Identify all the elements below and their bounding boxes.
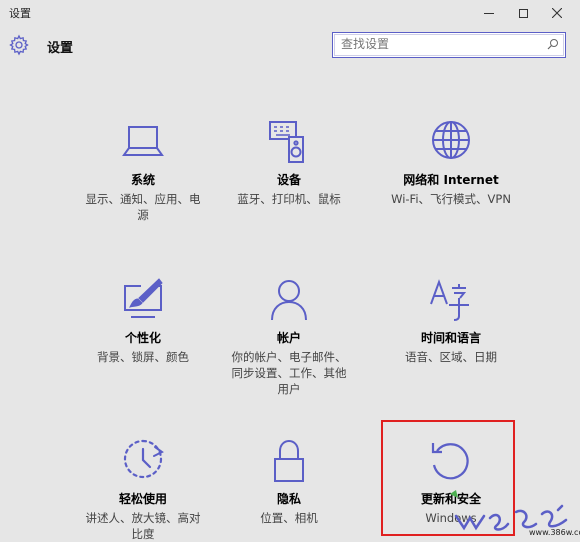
search-box[interactable] xyxy=(332,32,566,58)
search-input[interactable] xyxy=(341,35,541,53)
close-icon xyxy=(552,8,562,18)
tile-network[interactable]: 网络和 Internet Wi-Fi、飞行模式、VPN xyxy=(376,118,526,207)
tile-description: 位置、相机 xyxy=(260,511,318,525)
ease-of-access-icon xyxy=(123,439,164,479)
maximize-icon xyxy=(518,8,528,18)
tile-label: 时间和语言 xyxy=(420,331,481,345)
time-language-icon xyxy=(430,279,469,321)
page-title: 设置 xyxy=(47,41,74,56)
tile-label: 系统 xyxy=(130,173,155,187)
tile-label: 网络和 Internet xyxy=(403,173,499,187)
tile-description: 讲述人、放大镜、高对比度 xyxy=(85,511,201,541)
search-icon[interactable] xyxy=(547,38,559,50)
tile-description: Wi-Fi、飞行模式、VPN xyxy=(391,192,511,206)
personalization-icon xyxy=(124,278,163,318)
tile-accounts[interactable]: 帐户 你的帐户、电子邮件、同步设置、工作、其他用户 xyxy=(214,276,364,397)
tile-devices[interactable]: 设备 蓝牙、打印机、鼠标 xyxy=(214,118,364,207)
globe-icon xyxy=(432,121,470,159)
lock-icon xyxy=(274,439,304,482)
minimize-icon xyxy=(484,12,494,14)
tile-label: 轻松使用 xyxy=(118,492,167,506)
tile-description: 语音、区域、日期 xyxy=(405,350,497,364)
title-bar: 设置 xyxy=(0,0,580,26)
tile-label: 隐私 xyxy=(276,492,301,506)
laptop-icon xyxy=(122,126,164,156)
tile-privacy[interactable]: 隐私 位置、相机 xyxy=(214,437,364,526)
tile-label: 个性化 xyxy=(124,331,161,345)
close-button[interactable] xyxy=(540,0,574,26)
person-icon xyxy=(271,280,307,321)
tile-description: 你的帐户、电子邮件、同步设置、工作、其他用户 xyxy=(231,350,347,396)
tile-description: 显示、通知、应用、电源 xyxy=(85,192,201,222)
devices-icon xyxy=(269,121,304,163)
tile-description: 蓝牙、打印机、鼠标 xyxy=(237,192,341,206)
window-title: 设置 xyxy=(9,7,31,20)
watermark-url: www.386w.com xyxy=(529,528,580,537)
maximize-button[interactable] xyxy=(506,0,540,26)
minimize-button[interactable] xyxy=(472,0,506,26)
tile-label: 设备 xyxy=(276,173,301,187)
tile-label: 帐户 xyxy=(276,331,301,345)
tile-personalization[interactable]: 个性化 背景、锁屏、颜色 xyxy=(68,276,218,365)
gear-icon xyxy=(9,34,29,56)
tile-description: 背景、锁屏、颜色 xyxy=(97,350,189,364)
tile-time-language[interactable]: 时间和语言 语音、区域、日期 xyxy=(376,276,526,365)
tile-system[interactable]: 系统 显示、通知、应用、电源 xyxy=(68,118,218,223)
tile-ease-of-access[interactable]: 轻松使用 讲述人、放大镜、高对比度 xyxy=(68,437,218,542)
